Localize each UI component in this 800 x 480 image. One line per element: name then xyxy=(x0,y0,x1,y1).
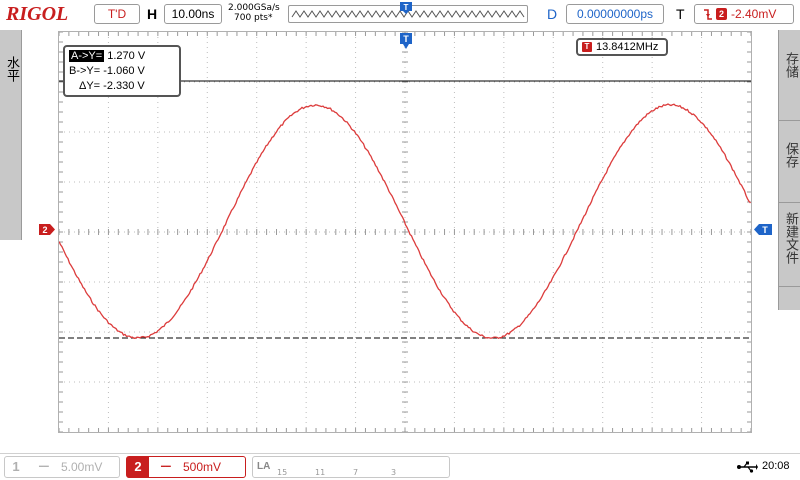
channel-1-coupling-icon: ━━ xyxy=(39,462,49,471)
cursor-readout: A->Y= 1.270 V B->Y= -1.060 V ΔY= -2.330 … xyxy=(63,45,181,97)
la-group-label: 3 xyxy=(391,468,397,477)
clock: 20:08 xyxy=(762,460,790,472)
softkey-save[interactable]: 保存 xyxy=(781,142,799,168)
horizontal-menu-label: 水平 xyxy=(4,56,19,82)
softkey-divider xyxy=(779,120,800,121)
trigger-level: -2.40mV xyxy=(731,7,777,21)
cursor-a-row: A->Y= 1.270 V xyxy=(69,49,175,64)
cursor-a-value: 1.270 V xyxy=(107,50,146,62)
horizontal-label: H xyxy=(147,6,158,22)
measurement-channel-badge: T xyxy=(582,42,592,52)
cursor-delta-row: ΔY= -2.330 V xyxy=(69,79,175,94)
horizontal-menu-tab[interactable]: 水平 xyxy=(0,30,22,240)
timebase-value[interactable]: 10.00ns xyxy=(164,4,222,24)
delay-value[interactable]: 0.00000000ps xyxy=(566,4,664,24)
frequency-measurement[interactable]: T 13.8412MHz xyxy=(576,38,668,56)
usb-icon xyxy=(737,461,758,473)
cursor-b-row: B->Y= -1.060 V xyxy=(69,64,175,79)
falling-edge-icon xyxy=(704,9,712,20)
la-label: LA xyxy=(257,461,271,472)
logic-analyzer-tab[interactable]: LA 15 11 7 3 xyxy=(252,456,450,478)
cursor-a-label: A->Y= xyxy=(69,50,105,62)
channel-2-number: 2 xyxy=(127,457,149,477)
softkey-divider xyxy=(779,202,800,203)
channel-2-tab[interactable]: 2 ━━ 500mV xyxy=(126,456,246,478)
sample-info: 2.000GSa/s 700 pts* xyxy=(228,3,280,23)
softkey-storage[interactable]: 存储 xyxy=(781,52,799,78)
run-state-indicator[interactable]: T'D xyxy=(94,4,140,24)
frequency-value: 13.8412MHz xyxy=(596,41,659,53)
trigger-position-marker-icon[interactable]: T xyxy=(400,33,412,53)
cursor-b-value: -1.060 V xyxy=(103,65,145,77)
channel-1-scale: 5.00mV xyxy=(61,460,103,474)
sample-rate: 2.000GSa/s xyxy=(228,3,280,13)
softkey-new-file[interactable]: 新建文件 xyxy=(781,212,799,264)
channel-2-offset-marker-icon[interactable]: 2 xyxy=(39,224,55,235)
cursor-delta-label: ΔY= xyxy=(79,80,101,92)
la-group-label: 11 xyxy=(315,468,326,477)
la-group-label: 15 xyxy=(277,468,288,477)
channel-2-coupling-icon: ━━ xyxy=(161,462,171,471)
channel-1-tab[interactable]: 1 ━━ 5.00mV xyxy=(4,456,120,478)
svg-text:2: 2 xyxy=(42,225,47,235)
trigger-level-marker-icon[interactable]: T xyxy=(754,224,772,235)
oscilloscope-screen: RIGOL T'D H 10.00ns 2.000GSa/s 700 pts* … xyxy=(0,0,800,480)
channel-1-number: 1 xyxy=(12,459,20,474)
la-group-label: 7 xyxy=(353,468,359,477)
channel-2-scale: 500mV xyxy=(183,460,222,474)
cursor-delta-value: -2.330 V xyxy=(103,80,145,92)
svg-text:T: T xyxy=(403,34,409,44)
trigger-source-badge: 2 xyxy=(716,8,727,20)
memory-depth: 700 pts* xyxy=(234,13,273,23)
brand-logo: RIGOL xyxy=(6,3,69,25)
cursor-b-label: B->Y= xyxy=(69,65,101,77)
softkey-divider xyxy=(779,286,800,287)
softkey-menu: 存储 保存 新建文件 xyxy=(778,30,800,310)
svg-text:T: T xyxy=(404,3,409,12)
channel-2-trace xyxy=(59,103,751,340)
bottom-status-bar: 1 ━━ 5.00mV 2 ━━ 500mV LA 15 11 7 3 20:0… xyxy=(0,453,800,480)
delay-label: D xyxy=(547,6,558,22)
trigger-label: T xyxy=(676,6,685,22)
trigger-settings[interactable]: 2 -2.40mV xyxy=(694,4,794,24)
top-status-bar: RIGOL T'D H 10.00ns 2.000GSa/s 700 pts* … xyxy=(0,0,800,30)
svg-text:T: T xyxy=(762,225,768,235)
memory-trigger-marker-icon: T xyxy=(400,2,412,14)
